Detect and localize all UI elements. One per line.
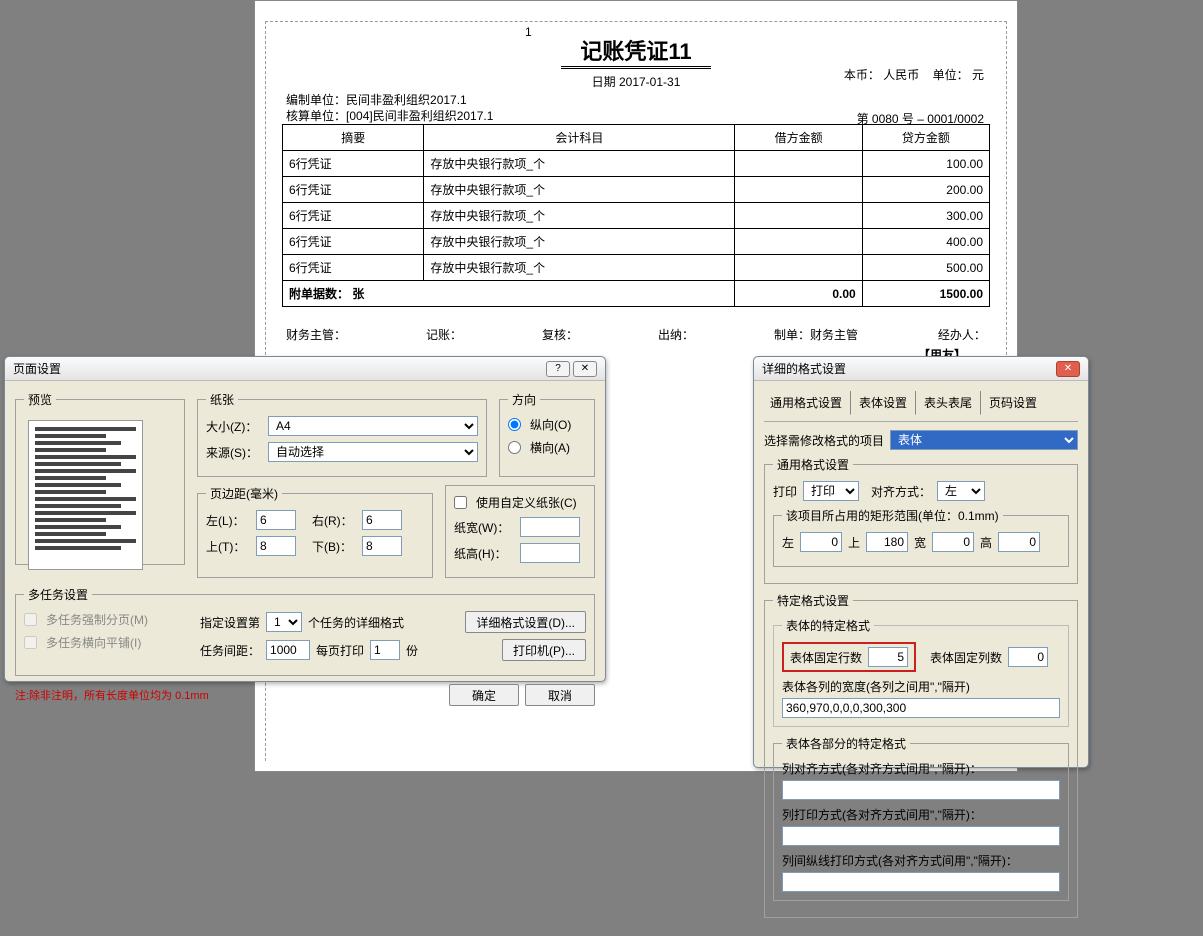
custom-paper-check[interactable] (454, 496, 467, 509)
paper-source-select[interactable]: 自动选择 (268, 442, 478, 462)
voucher-org-info: 编制单位：民间非盈利组织2017.1 核算单位：[004]民间非盈利组织2017… (286, 92, 493, 124)
parts-legend: 表体各部分的特定格式 (782, 735, 910, 752)
paper-height-input (520, 543, 580, 563)
close-button[interactable]: ✕ (573, 361, 597, 377)
force-page-check (24, 613, 37, 626)
detail-format-button[interactable]: 详细格式设置(D)... (465, 611, 586, 633)
col-credit: 贷方金额 (862, 125, 989, 151)
page-setup-title: 页面设置 (13, 357, 61, 381)
tabs: 通用格式设置 表体设置 表头表尾 页码设置 (764, 391, 1078, 415)
page-setup-dialog: 页面设置 ? ✕ 预览 纸张 (4, 356, 606, 682)
tab-pagenum[interactable]: 页码设置 (983, 391, 1043, 415)
close-button[interactable]: ✕ (1056, 361, 1080, 377)
fixed-rows-input[interactable] (868, 647, 908, 667)
footer-debit: 0.00 (735, 281, 862, 307)
paper-legend: 纸张 (206, 391, 238, 408)
rect-legend: 该项目所占用的矩形范围(单位：0.1mm) (782, 507, 1003, 524)
help-button[interactable]: ? (546, 361, 570, 377)
task-gap-input[interactable] (266, 640, 310, 660)
col-align-input[interactable] (782, 780, 1060, 800)
tab-general[interactable]: 通用格式设置 (764, 391, 851, 415)
col-debit: 借方金额 (735, 125, 862, 151)
signatures-row: 财务主管： 记账： 复核： 出纳： 制单：财务主管 经办人： (286, 326, 986, 343)
align-select[interactable]: 左 (937, 481, 985, 501)
specific-legend: 特定格式设置 (773, 592, 853, 609)
detail-format-dialog: 详细的格式设置 ✕ 通用格式设置 表体设置 表头表尾 页码设置 选择需修改格式的… (753, 356, 1089, 768)
col-widths-input[interactable] (782, 698, 1060, 718)
table-row: 6行凭证存放中央银行款项_个500.00 (283, 255, 990, 281)
col-subject: 会计科目 (424, 125, 735, 151)
margin-right-input[interactable] (362, 510, 402, 530)
margins-legend: 页边距(毫米) (206, 485, 282, 502)
col-vline-input[interactable] (782, 872, 1060, 892)
body-specific-legend: 表体的特定格式 (782, 617, 874, 634)
voucher-title: 记账凭证11 (561, 34, 711, 69)
tab-header-footer[interactable]: 表头表尾 (918, 391, 981, 415)
ok-button[interactable]: 确定 (449, 684, 519, 706)
printer-button[interactable]: 打印机(P)... (502, 639, 586, 661)
paper-width-input (520, 517, 580, 537)
margin-left-input[interactable] (256, 510, 296, 530)
footer-label: 附单据数： 张 (283, 281, 735, 307)
voucher-table: 摘要 会计科目 借方金额 贷方金额 6行凭证存放中央银行款项_个100.006行… (282, 124, 990, 307)
table-row: 6行凭证存放中央银行款项_个300.00 (283, 203, 990, 229)
tab-body[interactable]: 表体设置 (853, 391, 916, 415)
margin-top-input[interactable] (256, 536, 296, 556)
orientation-legend: 方向 (508, 391, 540, 408)
rect-height-input[interactable] (998, 532, 1040, 552)
print-select[interactable]: 打印 (803, 481, 859, 501)
currency-info: 本币： 人民币 单位： 元 (844, 66, 984, 83)
fixed-cols-input[interactable] (1008, 647, 1048, 667)
table-row: 6行凭证存放中央银行款项_个100.00 (283, 151, 990, 177)
paper-size-select[interactable]: A4 (268, 416, 478, 436)
landscape-radio[interactable] (508, 441, 521, 454)
margin-bottom-input[interactable] (362, 536, 402, 556)
detail-title: 详细的格式设置 (762, 357, 846, 381)
multitask-legend: 多任务设置 (24, 586, 92, 603)
format-item-select[interactable]: 表体 (890, 430, 1078, 450)
table-row: 6行凭证存放中央银行款项_个200.00 (283, 177, 990, 203)
rect-left-input[interactable] (800, 532, 842, 552)
unit-note: 注:除非注明，所有长度单位均为 0.1mm (15, 687, 209, 703)
task-index-select[interactable]: 1 (266, 612, 302, 632)
col-summary: 摘要 (283, 125, 424, 151)
table-row: 6行凭证存放中央银行款项_个400.00 (283, 229, 990, 255)
preview-box (28, 420, 143, 570)
rect-top-input[interactable] (866, 532, 908, 552)
col-print-input[interactable] (782, 826, 1060, 846)
rect-width-input[interactable] (932, 532, 974, 552)
footer-credit: 1500.00 (862, 281, 989, 307)
general-legend: 通用格式设置 (773, 456, 853, 473)
portrait-radio[interactable] (508, 418, 521, 431)
fixed-rows-highlight: 表体固定行数 (782, 642, 916, 672)
cancel-button[interactable]: 取消 (525, 684, 595, 706)
preview-legend: 预览 (24, 391, 56, 408)
horiz-tile-check (24, 636, 37, 649)
per-page-input[interactable] (370, 640, 400, 660)
